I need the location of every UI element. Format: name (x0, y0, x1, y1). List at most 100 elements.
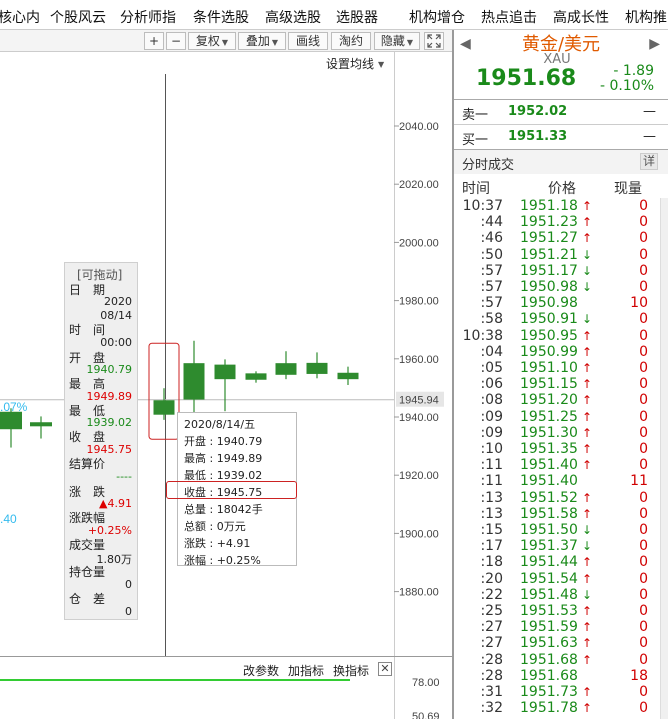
tick-row: :27 1951.63 ↑ 0 (454, 635, 668, 651)
tick-volume: 10 (630, 295, 648, 312)
candle-body (0, 411, 22, 430)
arrow-up-icon: ↑ (582, 199, 593, 213)
tick-volume: 0 (639, 311, 648, 328)
tooltip-row-label: 最高 : (184, 452, 217, 465)
close-price-highlight (166, 481, 297, 499)
hide-button[interactable]: 隐藏 ▼ (374, 32, 420, 50)
ticks-scrollbar[interactable] (660, 198, 668, 719)
menu-item-core[interactable]: 核心内 (0, 7, 40, 27)
arrow-up-icon: ↑ (582, 361, 593, 375)
draw-line-button[interactable]: 画线 (288, 32, 328, 50)
tick-volume: 0 (639, 522, 648, 538)
sell1-row[interactable]: 卖一 1952.02 — (454, 100, 668, 124)
menu-item-high-growth[interactable]: 高成长性 (553, 7, 609, 27)
candle-info-panel[interactable]: [可拖动] 日 期 2020 08/14 时 间 00:00 开 盘 1940.… (64, 262, 138, 620)
tick-row: :50 1951.21 ↓ 0 (454, 247, 668, 263)
tick-row: :31 1951.73 ↑ 0 (454, 684, 668, 700)
ticks-column-header: 时间 价格 现量 (454, 175, 668, 197)
arrow-up-icon: ↑ (582, 231, 593, 246)
tick-volume: 0 (639, 424, 648, 441)
chevron-down-icon: ▼ (271, 38, 279, 47)
menu-item-analyst[interactable]: 分析师指 (120, 7, 176, 27)
zoom-out-button[interactable]: − (166, 32, 186, 50)
tick-time: :27 (480, 635, 503, 652)
y-tick-label: 1960.00 (399, 354, 439, 366)
arrow-up-icon: ↑ (582, 701, 593, 716)
candle-body (214, 364, 236, 380)
tick-time: :31 (480, 684, 503, 700)
tick-time: :08 (480, 392, 503, 409)
tick-time: :57 (480, 295, 503, 312)
fullscreen-button[interactable] (424, 32, 444, 50)
tick-price: 1951.48 (520, 586, 578, 603)
arrow-up-icon: ↑ (582, 393, 593, 408)
tooltip-row-value: 18042手 (216, 503, 263, 516)
menu-item-institution-add[interactable]: 机构增仓 (409, 7, 465, 27)
arrow-down-icon: ↓ (582, 587, 593, 602)
hide-label: 隐藏 (380, 34, 405, 48)
menu-item-hot-track[interactable]: 热点追击 (481, 7, 537, 27)
tick-price: 1951.44 (520, 554, 578, 571)
switch-indicator-button[interactable]: 换指标 (333, 662, 369, 679)
tick-time: :13 (480, 505, 503, 522)
y-tick-label: 1920.00 (399, 470, 439, 482)
tick-price: 1951.20 (520, 392, 578, 409)
tick-price: 1951.50 (520, 522, 578, 538)
tick-price: 1951.10 (520, 360, 578, 376)
menu-item-condition-pick[interactable]: 条件选股 (193, 7, 249, 27)
ticks-detail-button[interactable]: 详 (640, 153, 658, 170)
settle-label: 结算价 (69, 457, 106, 471)
y-tick-label: 1945.94 (399, 395, 439, 407)
taoyue-button[interactable]: 淘约 (331, 32, 371, 50)
buy1-price: 1951.33 (508, 129, 568, 144)
tick-row: :44 1951.23 ↑ 0 (454, 214, 668, 230)
candle-body (337, 372, 359, 380)
arrow-up-icon: ↑ (582, 555, 593, 570)
zoom-in-button[interactable]: + (144, 32, 164, 50)
arrow-up-icon: ↑ (582, 442, 593, 456)
tick-row: :08 1951.20 ↑ 0 (454, 392, 668, 408)
buy1-row[interactable]: 买一 1951.33 — (454, 125, 668, 149)
close-icon[interactable]: ✕ (378, 662, 392, 676)
tick-price: 1951.37 (520, 538, 578, 555)
overlay-button[interactable]: 叠加 ▼ (238, 32, 286, 50)
tick-volume: 0 (639, 554, 648, 571)
ticks-list[interactable]: 10:37 1951.18 ↑ 0:44 1951.23 ↑ 0:46 1951.27 ↑ 0:5… (454, 198, 668, 719)
tick-row: :22 1951.48 ↓ 0 (454, 587, 668, 603)
tick-row: :57 1951.17 ↓ 0 (454, 263, 668, 279)
tooltip-row-value: 0万元 (216, 520, 246, 533)
indicator-toolbar: 改参数 加指标 换指标 ✕ (0, 658, 395, 682)
tick-time: :27 (480, 619, 503, 636)
menu-item-picker[interactable]: 选股器 (336, 7, 378, 27)
arrow-up-icon: ↑ (582, 685, 593, 699)
menu-item-institution-rec[interactable]: 机构推 (625, 7, 667, 27)
fuquan-button[interactable]: 复权 ▼ (188, 32, 236, 50)
tick-row: :18 1951.44 ↑ 0 (454, 554, 668, 570)
tick-price: 1951.25 (520, 408, 578, 425)
tick-row: :13 1951.58 ↑ 0 (454, 506, 668, 522)
overlay-label: 叠加 (245, 34, 270, 48)
date-label: 日 期 (69, 283, 106, 297)
candle-body (153, 400, 175, 415)
add-indicator-button[interactable]: 加指标 (288, 662, 324, 679)
menu-item-stock-news[interactable]: 个股风云 (50, 7, 106, 27)
tick-price: 1951.68 (520, 651, 578, 668)
tick-time: 10:37 (462, 198, 503, 214)
tick-price: 1951.68 (520, 667, 578, 684)
tick-price: 1951.15 (520, 376, 578, 393)
y-tick-label: 1940.00 (399, 412, 439, 424)
tick-volume: 0 (639, 570, 648, 587)
tick-row: :57 1950.98 10 (454, 295, 668, 311)
menu-item-advanced-pick[interactable]: 高级选股 (265, 7, 321, 27)
arrow-down-icon: ↓ (582, 312, 593, 327)
tick-volume: 0 (639, 279, 648, 295)
tick-price: 1951.63 (520, 635, 578, 652)
tooltip-row: 总量 : 18042手 (184, 501, 263, 517)
change-params-button[interactable]: 改参数 (243, 662, 279, 679)
arrow-down-icon: ↓ (582, 523, 593, 537)
tick-price: 1950.95 (520, 327, 578, 344)
tick-volume: 0 (639, 408, 648, 425)
tooltip-date: 2020/8/14/五 (184, 418, 256, 431)
arrow-up-icon: ↑ (582, 458, 593, 473)
tick-price: 1950.98 (520, 279, 578, 295)
